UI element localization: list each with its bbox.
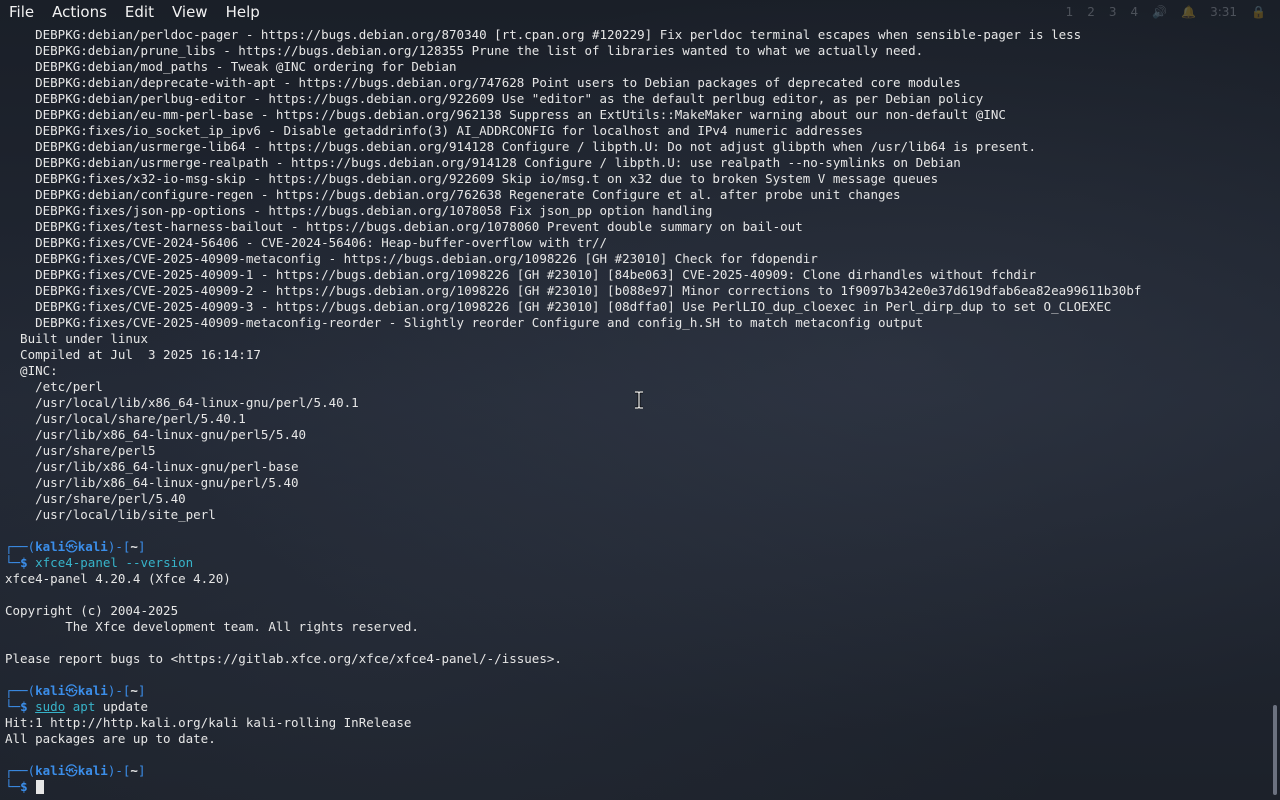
command-args: --version bbox=[125, 555, 194, 570]
command-name: xfce4-panel bbox=[35, 555, 118, 570]
prompt-host: kali bbox=[77, 683, 108, 698]
output-line: DEBPKG:debian/perldoc-pager - https://bu… bbox=[5, 27, 1082, 42]
output-line: DEBPKG:debian/usrmerge-realpath - https:… bbox=[5, 155, 961, 170]
output-line: /usr/lib/x86_64-linux-gnu/perl/5.40 bbox=[5, 475, 299, 490]
output-line: Compiled at Jul 3 2025 16:14:17 bbox=[5, 347, 261, 362]
output-line: /usr/share/perl/5.40 bbox=[5, 491, 186, 506]
output-line: DEBPKG:fixes/CVE-2025-40909-3 - https://… bbox=[5, 299, 1112, 314]
menu-actions[interactable]: Actions bbox=[43, 0, 116, 24]
output-line: DEBPKG:debian/eu-mm-perl-base - https://… bbox=[5, 107, 1006, 122]
prompt-frame: ] bbox=[137, 763, 146, 778]
output-line: DEBPKG:fixes/x32-io-msg-skip - https://b… bbox=[5, 171, 939, 186]
output-line: /usr/lib/x86_64-linux-gnu/perl5/5.40 bbox=[5, 427, 307, 442]
output-line: DEBPKG:debian/mod_paths - Tweak @INC ord… bbox=[5, 59, 457, 74]
prompt-host: kali bbox=[77, 539, 108, 554]
output-line: Copyright (c) 2004-2025 bbox=[5, 603, 179, 618]
ibeam-cursor-icon bbox=[634, 391, 644, 409]
output-line: DEBPKG:debian/usrmerge-lib64 - https://b… bbox=[5, 139, 1037, 154]
apt-update-output: Hit:1 http://http.kali.org/kali kali-rol… bbox=[0, 715, 1268, 763]
output-line: DEBPKG:fixes/io_socket_ip_ipv6 - Disable… bbox=[5, 123, 863, 138]
prompt-directory: ~ bbox=[130, 683, 138, 698]
prompt-user: kali bbox=[35, 763, 66, 778]
prompt-frame: )-[ bbox=[107, 683, 131, 698]
output-line: DEBPKG:fixes/CVE-2024-56406 - CVE-2024-5… bbox=[5, 235, 608, 250]
prompt-frame: ┌──( bbox=[5, 539, 36, 554]
command-args: update bbox=[102, 699, 149, 714]
prompt-user: kali bbox=[35, 683, 66, 698]
output-line: DEBPKG:fixes/test-harness-bailout - http… bbox=[5, 219, 803, 234]
output-line: All packages are up to date. bbox=[5, 731, 216, 746]
xfce4-panel-version-output: xfce4-panel 4.20.4 (Xfce 4.20) Copyright … bbox=[0, 571, 1268, 683]
prompt-directory: ~ bbox=[130, 539, 138, 554]
output-line: DEBPKG:fixes/CVE-2025-40909-metaconfig-r… bbox=[5, 315, 924, 330]
output-line: Built under linux bbox=[5, 331, 148, 346]
menu-bar: File Actions Edit View Help bbox=[0, 0, 1280, 24]
output-line: Please report bugs to <https://gitlab.xf… bbox=[5, 651, 562, 666]
prompt-directory: ~ bbox=[130, 763, 138, 778]
output-line: The Xfce development team. All rights re… bbox=[5, 619, 419, 634]
menu-view[interactable]: View bbox=[163, 0, 217, 24]
perl-version-output: DEBPKG:debian/perldoc-pager - https://bu… bbox=[0, 27, 1268, 539]
menu-help[interactable]: Help bbox=[217, 0, 269, 24]
prompt-dollar: $ bbox=[20, 555, 28, 570]
prompt-at-symbol: ㉿ bbox=[65, 763, 78, 778]
prompt-line-3-bottom[interactable]: └─$ bbox=[0, 779, 1268, 795]
output-line: @INC: bbox=[5, 363, 58, 378]
prompt-line-3-top: ┌──(kali㉿kali)-[~] bbox=[0, 763, 1268, 779]
prompt-dollar: $ bbox=[20, 699, 28, 714]
output-line: DEBPKG:fixes/json-pp-options - https://b… bbox=[5, 203, 713, 218]
output-line: /usr/lib/x86_64-linux-gnu/perl-base bbox=[5, 459, 299, 474]
output-line: DEBPKG:debian/prune_libs - https://bugs.… bbox=[5, 43, 924, 58]
prompt-frame: ] bbox=[137, 683, 146, 698]
output-line: DEBPKG:debian/perlbug-editor - https://b… bbox=[5, 91, 984, 106]
output-line: xfce4-panel 4.20.4 (Xfce 4.20) bbox=[5, 571, 231, 586]
prompt-frame: └─ bbox=[5, 699, 21, 714]
output-line: Hit:1 http://http.kali.org/kali kali-rol… bbox=[5, 715, 412, 730]
menu-file[interactable]: File bbox=[0, 0, 43, 24]
prompt-user: kali bbox=[35, 539, 66, 554]
prompt-dollar: $ bbox=[20, 779, 28, 794]
prompt-line-1-top: ┌──(kali㉿kali)-[~] bbox=[0, 539, 1268, 555]
prompt-frame: ┌──( bbox=[5, 763, 36, 778]
output-line: DEBPKG:fixes/CVE-2025-40909-1 - https://… bbox=[5, 267, 1037, 282]
prompt-host: kali bbox=[77, 763, 108, 778]
prompt-frame: ] bbox=[137, 539, 146, 554]
prompt-at-symbol: ㉿ bbox=[65, 539, 78, 554]
prompt-frame: └─ bbox=[5, 555, 21, 570]
terminal-output[interactable]: DEBPKG:debian/perldoc-pager - https://bu… bbox=[0, 27, 1268, 800]
output-line: DEBPKG:fixes/CVE-2025-40909-metaconfig -… bbox=[5, 251, 818, 266]
prompt-frame: └─ bbox=[5, 779, 21, 794]
output-line: /usr/local/share/perl/5.40.1 bbox=[5, 411, 246, 426]
scrollbar-thumb[interactable] bbox=[1273, 705, 1277, 795]
prompt-line-2-top: ┌──(kali㉿kali)-[~] bbox=[0, 683, 1268, 699]
menu-edit[interactable]: Edit bbox=[116, 0, 163, 24]
output-line: DEBPKG:debian/configure-regen - https://… bbox=[5, 187, 901, 202]
command-sudo: sudo bbox=[35, 699, 66, 714]
prompt-frame: ┌──( bbox=[5, 683, 36, 698]
command-name: apt bbox=[72, 699, 96, 714]
prompt-line-2-bottom: └─$ sudo apt update bbox=[0, 699, 1268, 715]
prompt-line-1-bottom: └─$ xfce4-panel --version bbox=[0, 555, 1268, 571]
terminal-scrollbar[interactable] bbox=[1268, 27, 1280, 800]
prompt-frame: )-[ bbox=[107, 763, 131, 778]
output-line: DEBPKG:debian/deprecate-with-apt - https… bbox=[5, 75, 961, 90]
prompt-frame: )-[ bbox=[107, 539, 131, 554]
output-line: /usr/local/lib/site_perl bbox=[5, 507, 216, 522]
prompt-at-symbol: ㉿ bbox=[65, 683, 78, 698]
text-cursor bbox=[36, 780, 45, 794]
output-line: DEBPKG:fixes/CVE-2025-40909-2 - https://… bbox=[5, 283, 1142, 298]
output-line: /usr/share/perl5 bbox=[5, 443, 156, 458]
